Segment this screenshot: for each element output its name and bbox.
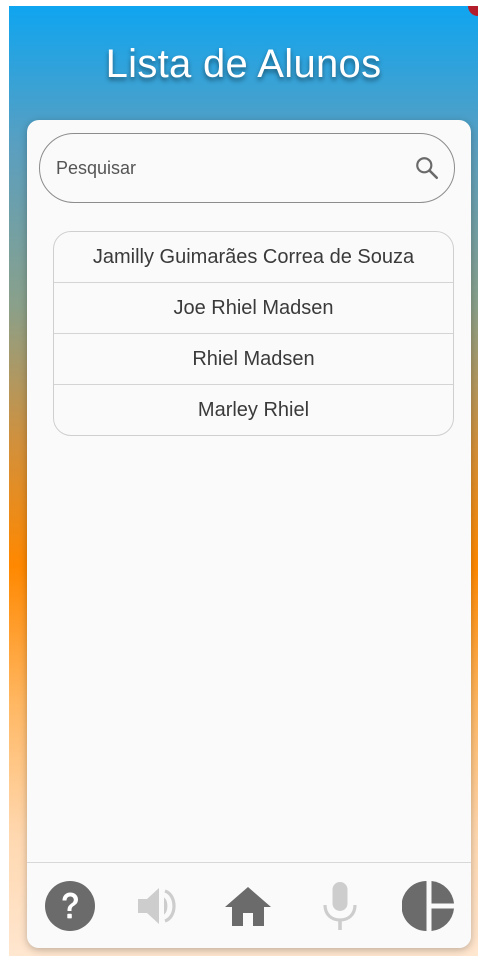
corner-indicator xyxy=(468,6,478,16)
volume-icon xyxy=(138,888,176,924)
page-title: Lista de Alunos xyxy=(105,42,382,86)
microphone-icon xyxy=(323,882,357,930)
student-list-item[interactable]: Joe Rhiel Madsen xyxy=(54,283,453,334)
microphone-button[interactable] xyxy=(313,879,367,933)
search-input[interactable] xyxy=(54,134,398,203)
student-list-item[interactable]: Rhiel Madsen xyxy=(54,334,453,385)
search-icon[interactable] xyxy=(414,155,440,181)
search-bar[interactable] xyxy=(39,133,455,203)
app-screen: Lista de Alunos Jamilly Guimarães Correa… xyxy=(9,6,478,956)
home-icon xyxy=(225,887,271,926)
student-list-card: Jamilly Guimarães Correa de Souza Joe Rh… xyxy=(27,120,471,948)
volume-button[interactable] xyxy=(132,879,186,933)
home-button[interactable] xyxy=(221,879,275,933)
statistics-button[interactable] xyxy=(402,879,456,933)
pie-chart-icon xyxy=(402,881,454,931)
help-icon xyxy=(45,881,95,931)
help-button[interactable] xyxy=(43,879,97,933)
student-list-item[interactable]: Marley Rhiel xyxy=(54,385,453,435)
student-list: Jamilly Guimarães Correa de Souza Joe Rh… xyxy=(53,231,454,436)
bottom-navigation-bar xyxy=(27,862,471,948)
student-list-item[interactable]: Jamilly Guimarães Correa de Souza xyxy=(54,232,453,283)
